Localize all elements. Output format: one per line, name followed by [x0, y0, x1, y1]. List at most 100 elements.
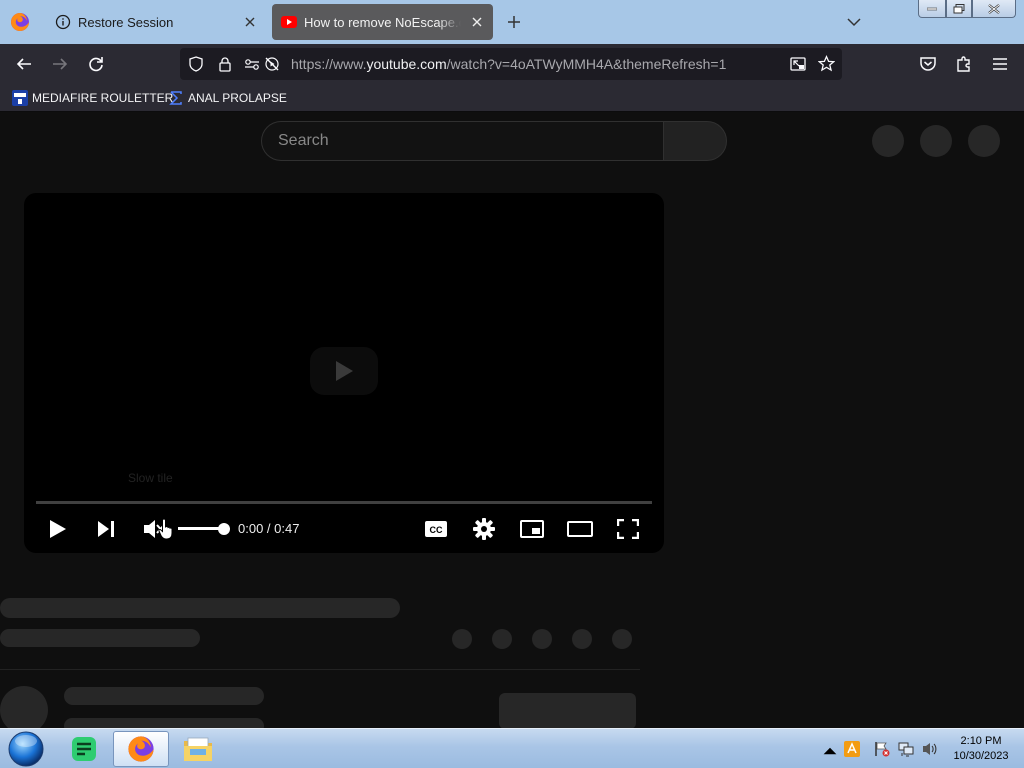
list-all-tabs-chevron-icon[interactable] — [844, 12, 864, 32]
navigation-toolbar: https://www.youtube.com/watch?v=4oATWyMM… — [0, 44, 1024, 84]
clock-date: 10/30/2023 — [953, 750, 1009, 762]
taskbar-notes-app[interactable] — [56, 731, 112, 767]
taskbar-file-explorer[interactable] — [170, 731, 226, 767]
bookmark-anal-prolapse[interactable]: ANAL PROLAPSE — [168, 89, 287, 107]
search-input[interactable]: Search — [261, 121, 664, 161]
large-play-button[interactable] — [310, 347, 378, 395]
taskbar-firefox[interactable] — [113, 731, 169, 767]
settings-button[interactable] — [470, 515, 498, 543]
permissions-icon[interactable] — [244, 56, 260, 72]
speaker-icon — [923, 743, 937, 755]
extensions-puzzle-icon[interactable] — [954, 54, 974, 74]
miniplayer-icon — [520, 520, 544, 538]
tray-app-icon[interactable] — [844, 741, 860, 757]
bookmark-label: MEDIAFIRE ROULETTER — [32, 91, 174, 105]
tracking-protection-shield-icon[interactable] — [188, 56, 204, 72]
placeholder-header-icon — [920, 125, 952, 157]
miniplayer-button[interactable] — [518, 515, 546, 543]
orange-tray-app-icon — [844, 741, 860, 757]
action-center-flag[interactable] — [874, 741, 890, 757]
url-domain: youtube.com — [366, 56, 447, 72]
lock-icon[interactable] — [217, 56, 233, 72]
theater-mode-button[interactable] — [566, 515, 594, 543]
taskbar-clock[interactable]: 2:10 PM 10/30/2023 — [946, 734, 1016, 764]
skeleton-action — [572, 629, 592, 649]
start-orb-icon[interactable] — [6, 731, 46, 767]
subtitles-button[interactable]: CC — [422, 515, 450, 543]
tab-restore-session[interactable]: Restore Session — [46, 4, 266, 40]
firefox-icon — [128, 736, 154, 762]
faded-caption: Slow tile — [128, 471, 173, 485]
notes-app-icon — [72, 737, 96, 761]
fullscreen-button[interactable] — [614, 515, 642, 543]
bookmark-label: ANAL PROLAPSE — [188, 91, 287, 105]
hamburger-menu-icon[interactable] — [990, 54, 1010, 74]
tab-title: How to remove NoEscape.exe | — [304, 14, 461, 30]
pocket-icon[interactable] — [918, 54, 938, 74]
play-icon — [50, 520, 66, 538]
theater-mode-icon — [567, 521, 593, 537]
skeleton-action — [612, 629, 632, 649]
show-hidden-icons-arrow-icon[interactable] — [822, 743, 838, 759]
search-placeholder: Search — [278, 132, 329, 149]
close-tab-icon[interactable] — [240, 12, 260, 32]
info-icon — [55, 14, 71, 30]
youtube-page: Search Slow tile 0:00 / 0:47 CC — [0, 112, 1024, 728]
skeleton-action — [532, 629, 552, 649]
gear-icon — [473, 518, 495, 540]
youtube-favicon-icon — [281, 14, 297, 30]
play-icon — [336, 361, 353, 381]
new-tab-plus-icon[interactable] — [504, 12, 524, 32]
time-display: 0:00 / 0:47 — [238, 521, 300, 536]
sigma-favicon-icon — [169, 91, 182, 105]
placeholder-header-icon — [872, 125, 904, 157]
forward-arrow-icon[interactable] — [50, 54, 70, 74]
play-button[interactable] — [44, 515, 72, 543]
mediafire-favicon-icon — [12, 90, 28, 106]
tab-youtube-video[interactable]: How to remove NoEscape.exe | — [272, 4, 493, 40]
skeleton-title — [0, 598, 400, 618]
bookmark-mediafire-rouletter[interactable]: MEDIAFIRE ROULETTER — [12, 89, 173, 107]
video-player[interactable]: Slow tile 0:00 / 0:47 CC — [24, 193, 664, 553]
closed-captions-icon: CC — [425, 521, 447, 537]
window-minimize-button[interactable] — [918, 0, 946, 18]
skip-next-icon — [98, 521, 114, 537]
close-tab-icon[interactable] — [467, 12, 487, 32]
picture-in-picture-toggle-icon[interactable] — [790, 56, 806, 72]
reload-icon[interactable] — [86, 54, 106, 74]
back-arrow-icon[interactable] — [14, 54, 34, 74]
skeleton-subscribers — [64, 718, 264, 728]
placeholder-avatar — [968, 125, 1000, 157]
fullscreen-icon — [617, 519, 639, 539]
window-restore-button[interactable] — [946, 0, 972, 18]
file-explorer-icon — [184, 737, 212, 761]
clock-time: 2:10 PM — [960, 735, 1002, 747]
volume-control[interactable] — [922, 741, 938, 757]
bookmark-star-icon[interactable] — [818, 55, 835, 72]
volume-slider-handle[interactable] — [218, 523, 230, 535]
bookmarks-toolbar: MEDIAFIRE ROULETTER ANAL PROLAPSE — [0, 84, 1024, 112]
tab-title: Restore Session — [78, 14, 174, 30]
network-icon — [898, 742, 914, 757]
autoplay-blocked-icon[interactable] — [264, 56, 280, 72]
skeleton-subtitle — [0, 629, 200, 647]
action-center-flag-icon — [875, 742, 890, 757]
progress-bar[interactable] — [36, 501, 652, 504]
search-button[interactable] — [663, 121, 727, 161]
window-close-button[interactable] — [972, 0, 1016, 18]
url-bar[interactable]: https://www.youtube.com/watch?v=4oATWyMM… — [180, 48, 842, 80]
url-text[interactable]: https://www.youtube.com/watch?v=4oATWyMM… — [291, 56, 726, 72]
skeleton-subscribe-button — [499, 693, 636, 728]
firefox-logo-icon[interactable] — [10, 12, 30, 32]
next-button[interactable] — [92, 515, 120, 543]
network-status[interactable] — [898, 741, 914, 757]
tab-strip: Restore Session How to remove NoEscape.e… — [0, 0, 1024, 44]
windows-taskbar: 2:10 PM 10/30/2023 — [0, 728, 1024, 768]
skeleton-channel-name — [64, 687, 264, 705]
divider — [0, 669, 640, 670]
svg-text:CC: CC — [430, 525, 443, 535]
hand-cursor-icon — [158, 518, 173, 540]
skeleton-action — [492, 629, 512, 649]
url-prefix: https://www. — [291, 56, 367, 72]
url-path: /watch?v=4oATWyMMH4A&themeRefresh=1 — [446, 56, 727, 72]
